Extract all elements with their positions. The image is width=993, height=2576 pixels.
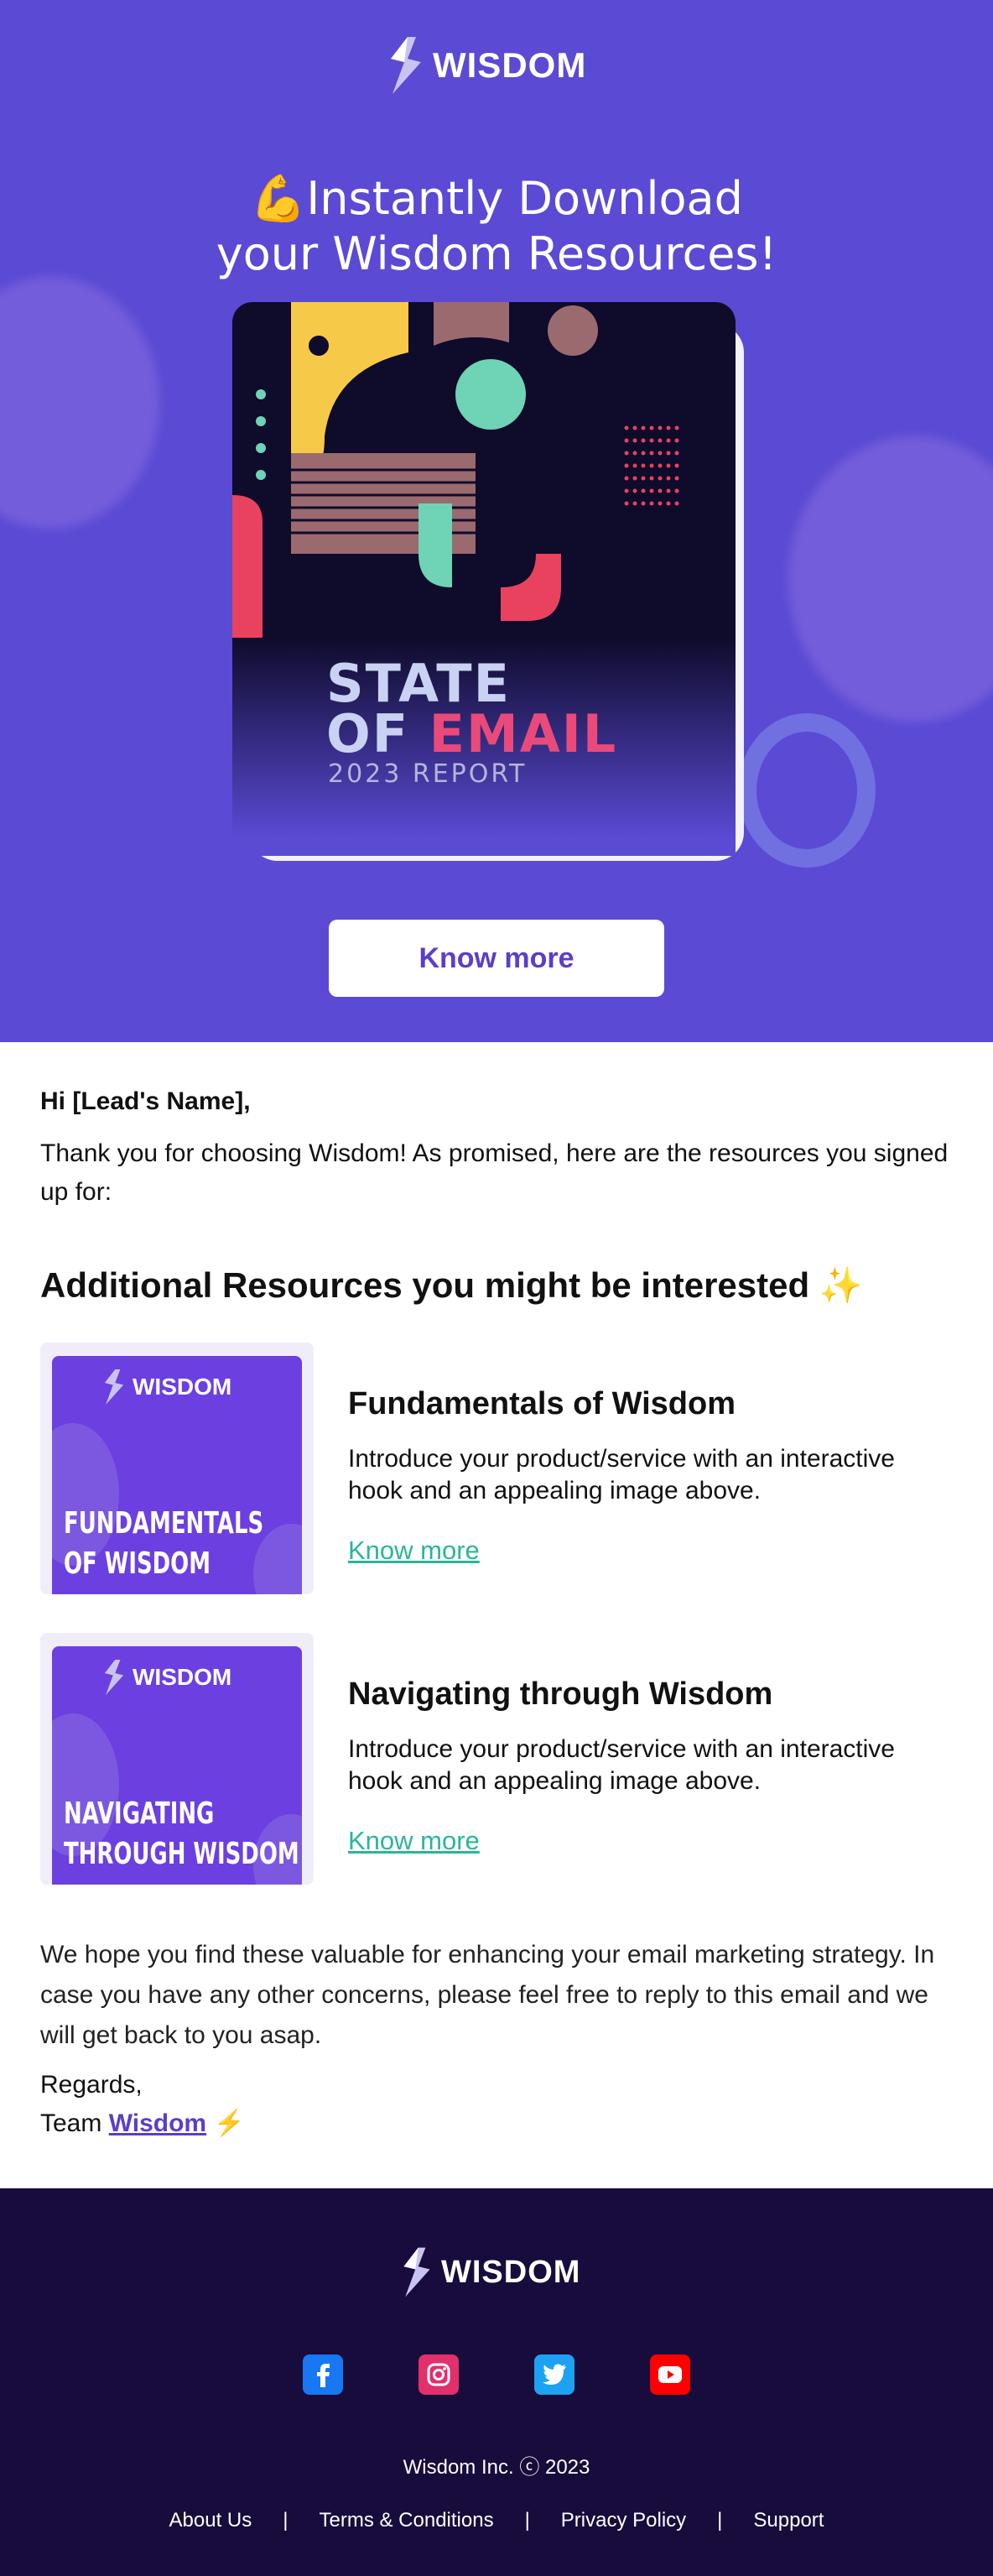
brand-name: WISDOM — [433, 45, 587, 85]
footer-brand-name: WISDOM — [441, 2254, 581, 2290]
instagram-icon[interactable] — [419, 2354, 459, 2395]
resource-description: Introduce your product/service with an i… — [348, 1445, 895, 1504]
resource-description: Introduce your product/service with an i… — [348, 1735, 895, 1795]
copyright-text: Wisdom Inc. ⓒ 2023 — [403, 2456, 590, 2479]
resource-thumbnail[interactable]: WISDOM FUNDAMENTALS OF WISDOM — [40, 1343, 314, 1594]
thumb-title: NAVIGATING THROUGH WISDOM — [64, 1794, 299, 1875]
email-page: WISDOM 💪Instantly Download your Wisdom R… — [0, 0, 993, 2576]
decor-ring — [738, 713, 876, 868]
bolt-logo-icon — [403, 2247, 430, 2297]
link-separator: | — [717, 2509, 723, 2532]
thumb-title-line1: NAVIGATING — [64, 1796, 215, 1831]
thumb-brand-name: WISDOM — [133, 1664, 232, 1690]
thumb-logo: WISDOM — [102, 1660, 231, 1695]
bolt-emoji: ⚡ — [206, 2109, 245, 2137]
report-title-email: EMAIL — [429, 703, 618, 764]
bolt-logo-icon — [391, 37, 421, 94]
thumb-brand-name: WISDOM — [133, 1374, 232, 1400]
thumb-title: FUNDAMENTALS OF WISDOM — [64, 1504, 263, 1584]
footer-link-support[interactable]: Support — [753, 2509, 824, 2532]
thumb-logo: WISDOM — [102, 1369, 231, 1405]
report-title: STATE OF EMAIL — [326, 653, 617, 760]
report-subtitle: 2023 REPORT — [328, 759, 528, 789]
resource-title: Fundamentals of Wisdom — [348, 1386, 736, 1421]
team-line: Team Wisdom ⚡ — [40, 2104, 245, 2143]
cover-front: STATE OF EMAIL 2023 REPORT — [232, 302, 736, 856]
report-cover-image: STATE OF EMAIL 2023 REPORT — [232, 302, 744, 861]
decor-blob — [788, 436, 993, 722]
twitter-icon[interactable] — [534, 2354, 574, 2395]
thumbnail-art: WISDOM NAVIGATING THROUGH WISDOM — [52, 1646, 302, 1885]
team-wisdom-link[interactable]: Wisdom — [109, 2109, 206, 2137]
email-body: Hi [Lead's Name], Thank you for choosing… — [40, 1087, 954, 1212]
link-separator: | — [283, 2509, 289, 2532]
hero-title: 💪Instantly Download your Wisdom Resource… — [0, 171, 993, 282]
link-separator: | — [524, 2509, 530, 2532]
footer-link-about[interactable]: About Us — [169, 2509, 252, 2532]
closing-text: We hope you find these valuable for enha… — [40, 1941, 935, 2049]
bolt-logo-icon — [104, 1660, 124, 1695]
report-title-of: OF — [326, 703, 429, 764]
signoff: Regards, Team Wisdom ⚡ — [40, 2066, 245, 2143]
youtube-icon[interactable] — [650, 2354, 690, 2395]
decor-blob — [0, 277, 159, 529]
thumbnail-art: WISDOM FUNDAMENTALS OF WISDOM — [52, 1356, 302, 1594]
hero-title-line1: 💪Instantly Download — [250, 172, 743, 226]
intro-text: Thank you for choosing Wisdom! As promis… — [40, 1139, 949, 1206]
hero-know-more-button[interactable]: Know more — [329, 920, 664, 997]
team-prefix: Team — [40, 2109, 109, 2137]
hero-section: WISDOM 💪Instantly Download your Wisdom R… — [0, 0, 993, 1042]
resource-card: WISDOM FUNDAMENTALS OF WISDOM Fundamenta… — [40, 1343, 954, 1594]
resource-know-more-link[interactable]: Know more — [348, 1536, 480, 1566]
footer-logo[interactable]: WISDOM — [401, 2247, 580, 2297]
facebook-glyph — [317, 2364, 330, 2387]
thumb-title-line1: FUNDAMENTALS — [64, 1506, 264, 1541]
instagram-glyph — [427, 2363, 450, 2386]
hero-title-line2: your Wisdom Resources! — [216, 227, 777, 281]
thumb-title-line2: OF WISDOM — [64, 1546, 211, 1581]
resource-card: WISDOM NAVIGATING THROUGH WISDOM Navigat… — [40, 1633, 954, 1885]
brand-logo[interactable]: WISDOM — [387, 37, 586, 94]
resource-title: Navigating through Wisdom — [348, 1676, 773, 1712]
resource-know-more-link[interactable]: Know more — [348, 1826, 480, 1856]
footer-link-privacy[interactable]: Privacy Policy — [561, 2509, 686, 2532]
resource-thumbnail[interactable]: WISDOM NAVIGATING THROUGH WISDOM — [40, 1633, 314, 1885]
footer-links: About Us | Terms & Conditions | Privacy … — [0, 2509, 993, 2532]
greeting: Hi [Lead's Name], — [40, 1087, 251, 1115]
twitter-glyph — [543, 2364, 566, 2385]
report-title-line1: STATE — [326, 653, 511, 714]
section-heading: Additional Resources you might be intere… — [40, 1265, 864, 1305]
regards-text: Regards, — [40, 2071, 143, 2099]
bolt-logo-icon — [104, 1369, 124, 1405]
facebook-icon[interactable] — [303, 2354, 343, 2395]
footer-link-terms[interactable]: Terms & Conditions — [319, 2509, 493, 2532]
youtube-glyph — [658, 2366, 682, 2383]
thumb-title-line2: THROUGH WISDOM — [64, 1837, 299, 1871]
